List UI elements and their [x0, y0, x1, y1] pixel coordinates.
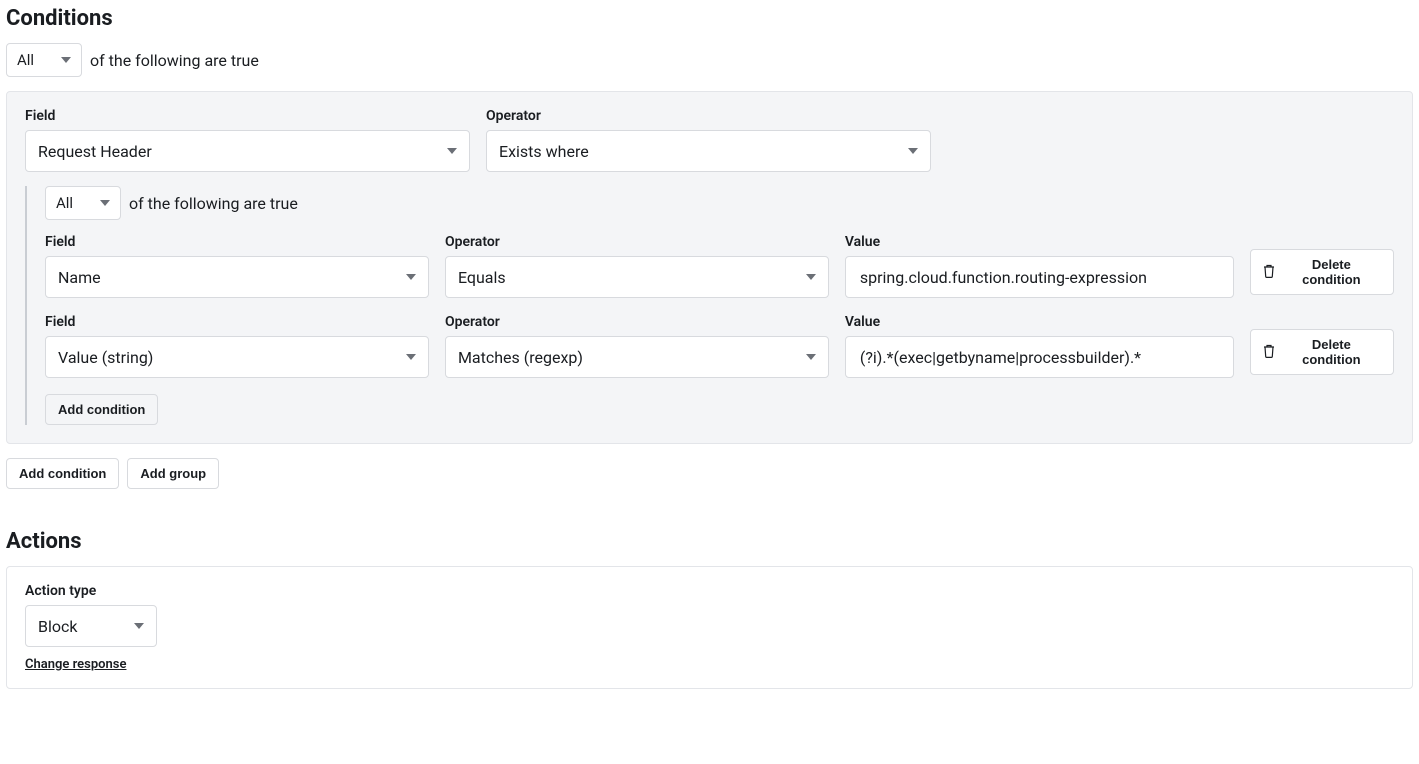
- nested-match-row: All of the following are true: [45, 186, 1394, 220]
- operator-label: Operator: [486, 108, 931, 124]
- nested-field-value: Name: [58, 268, 101, 287]
- field-label: Field: [45, 234, 429, 250]
- nested-field-select[interactable]: Name: [45, 256, 429, 298]
- action-type-value: Block: [38, 617, 77, 636]
- delete-condition-label: Delete condition: [1282, 257, 1381, 287]
- delete-condition-label: Delete condition: [1282, 337, 1381, 367]
- delete-condition-button[interactable]: Delete condition: [1250, 249, 1394, 295]
- chevron-down-icon: [61, 57, 71, 63]
- value-input[interactable]: [845, 256, 1234, 298]
- nested-match-value: All: [56, 194, 73, 212]
- nested-match-select[interactable]: All: [45, 186, 121, 220]
- nested-operator-value: Equals: [458, 268, 506, 287]
- field-select-value: Request Header: [38, 142, 152, 161]
- actions-title: Actions: [6, 529, 1413, 554]
- nested-field-value: Value (string): [58, 348, 153, 367]
- chevron-down-icon: [908, 148, 918, 154]
- add-condition-label: Add condition: [19, 466, 106, 481]
- trash-icon: [1263, 344, 1275, 361]
- operator-label: Operator: [445, 314, 829, 330]
- outer-match-select[interactable]: All: [6, 43, 82, 77]
- nested-field-select[interactable]: Value (string): [45, 336, 429, 378]
- chevron-down-icon: [100, 200, 110, 206]
- condition-row: Field Value (string) Operator Matches (r…: [45, 314, 1394, 378]
- nested-operator-value: Matches (regexp): [458, 348, 583, 367]
- add-group-label: Add group: [140, 466, 206, 481]
- chevron-down-icon: [406, 354, 416, 360]
- field-label: Field: [45, 314, 429, 330]
- nested-following-text: of the following are true: [129, 194, 298, 213]
- operator-select-value: Exists where: [499, 142, 589, 161]
- chevron-down-icon: [447, 148, 457, 154]
- chevron-down-icon: [806, 354, 816, 360]
- change-response-link[interactable]: Change response: [25, 657, 126, 672]
- conditions-panel: Field Request Header Operator Exists whe…: [6, 91, 1413, 444]
- value-input[interactable]: [845, 336, 1234, 378]
- add-condition-button[interactable]: Add condition: [6, 458, 119, 489]
- field-select[interactable]: Request Header: [25, 130, 470, 172]
- value-label: Value: [845, 234, 1234, 250]
- operator-label: Operator: [445, 234, 829, 250]
- action-type-select[interactable]: Block: [25, 605, 157, 647]
- chevron-down-icon: [806, 274, 816, 280]
- delete-condition-button[interactable]: Delete condition: [1250, 329, 1394, 375]
- operator-select[interactable]: Exists where: [486, 130, 931, 172]
- nested-add-condition-label: Add condition: [58, 402, 145, 417]
- trash-icon: [1263, 264, 1275, 281]
- conditions-button-row: Add condition Add group: [6, 458, 1413, 489]
- add-group-button[interactable]: Add group: [127, 458, 219, 489]
- action-type-label: Action type: [25, 583, 157, 599]
- nested-operator-select[interactable]: Matches (regexp): [445, 336, 829, 378]
- outer-following-text: of the following are true: [90, 51, 259, 70]
- chevron-down-icon: [134, 623, 144, 629]
- field-label: Field: [25, 108, 470, 124]
- value-label: Value: [845, 314, 1234, 330]
- actions-panel: Action type Block Change response: [6, 566, 1413, 689]
- conditions-title: Conditions: [6, 6, 1413, 31]
- nested-conditions: All of the following are true Field Name…: [25, 186, 1394, 425]
- nested-operator-select[interactable]: Equals: [445, 256, 829, 298]
- chevron-down-icon: [406, 274, 416, 280]
- outer-match-row: All of the following are true: [6, 43, 1413, 77]
- nested-add-condition-button[interactable]: Add condition: [45, 394, 158, 425]
- outer-match-value: All: [17, 51, 34, 69]
- condition-row: Field Name Operator Equals Value: [45, 234, 1394, 298]
